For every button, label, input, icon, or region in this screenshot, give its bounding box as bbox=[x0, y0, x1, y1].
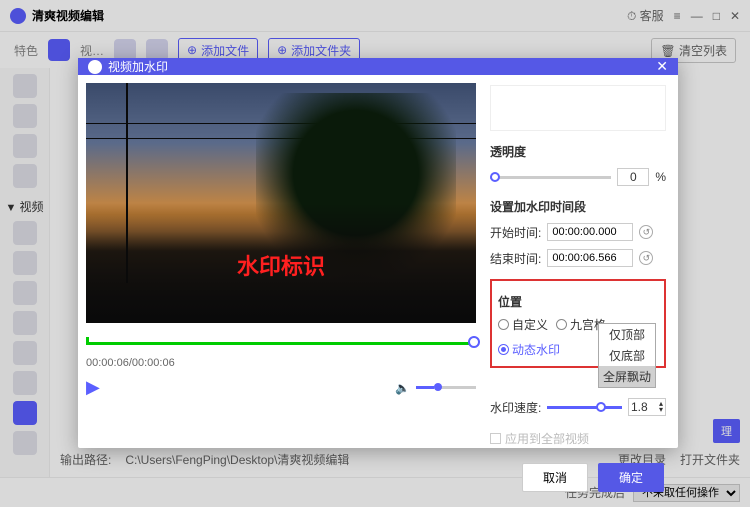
time-display: 00:00:06/00:00:06 bbox=[86, 357, 476, 369]
start-time-input[interactable] bbox=[547, 223, 633, 241]
preview-pane: 水印标识 00:00:06/00:00:06 ▶ 🔈 bbox=[78, 75, 484, 455]
opacity-slider[interactable] bbox=[490, 176, 611, 179]
timeline-handle[interactable] bbox=[468, 336, 480, 348]
play-button[interactable]: ▶ bbox=[86, 377, 100, 398]
timeline[interactable] bbox=[86, 339, 476, 347]
time-section-label: 设置加水印时间段 bbox=[490, 198, 666, 215]
reset-end-icon[interactable]: ↺ bbox=[639, 251, 653, 265]
dropdown-option-full[interactable]: 全屏飘动 bbox=[599, 366, 655, 387]
opacity-value[interactable]: 0 bbox=[617, 168, 649, 186]
start-time-label: 开始时间: bbox=[490, 224, 541, 241]
reset-start-icon[interactable]: ↺ bbox=[639, 225, 653, 239]
speed-slider[interactable] bbox=[547, 406, 622, 409]
modal-title: 视频加水印 bbox=[108, 58, 656, 75]
opacity-unit: % bbox=[655, 170, 666, 184]
dropdown-option-top[interactable]: 仅顶部 bbox=[599, 324, 655, 345]
end-time-input[interactable] bbox=[547, 249, 633, 267]
speed-label: 水印速度: bbox=[490, 399, 541, 416]
modal-logo-icon bbox=[88, 60, 102, 74]
watermark-preview-box bbox=[490, 85, 666, 131]
radio-custom[interactable]: 自定义 bbox=[498, 316, 548, 333]
volume-icon[interactable]: 🔈 bbox=[395, 381, 410, 395]
end-time-label: 结束时间: bbox=[490, 250, 541, 267]
opacity-label: 透明度 bbox=[490, 143, 666, 160]
watermark-modal: 视频加水印 ✕ 水印标识 00:00:06/00:00:06 ▶ 🔈 bbox=[78, 58, 678, 448]
volume-slider[interactable] bbox=[416, 386, 476, 389]
cancel-button[interactable]: 取消 bbox=[522, 463, 588, 492]
dropdown-option-bottom[interactable]: 仅底部 bbox=[599, 345, 655, 366]
position-label: 位置 bbox=[498, 293, 658, 310]
settings-pane: 透明度 0 % 设置加水印时间段 开始时间: ↺ 结束时间: ↺ 位置 自定义 bbox=[484, 75, 678, 455]
speed-value[interactable]: 1.8▴▾ bbox=[628, 398, 666, 416]
modal-footer: 取消 确定 bbox=[78, 455, 678, 500]
radio-dynamic[interactable]: 动态水印 bbox=[498, 341, 560, 358]
dynamic-dropdown[interactable]: 仅顶部 仅底部 全屏飘动 bbox=[598, 323, 656, 388]
modal-close-button[interactable]: ✕ bbox=[656, 58, 668, 75]
video-preview[interactable]: 水印标识 bbox=[86, 83, 476, 323]
watermark-overlay-text: 水印标识 bbox=[237, 249, 325, 281]
modal-header: 视频加水印 ✕ bbox=[78, 58, 678, 75]
apply-all-checkbox[interactable]: 应用到全部视频 bbox=[490, 430, 666, 447]
confirm-button[interactable]: 确定 bbox=[598, 463, 664, 492]
